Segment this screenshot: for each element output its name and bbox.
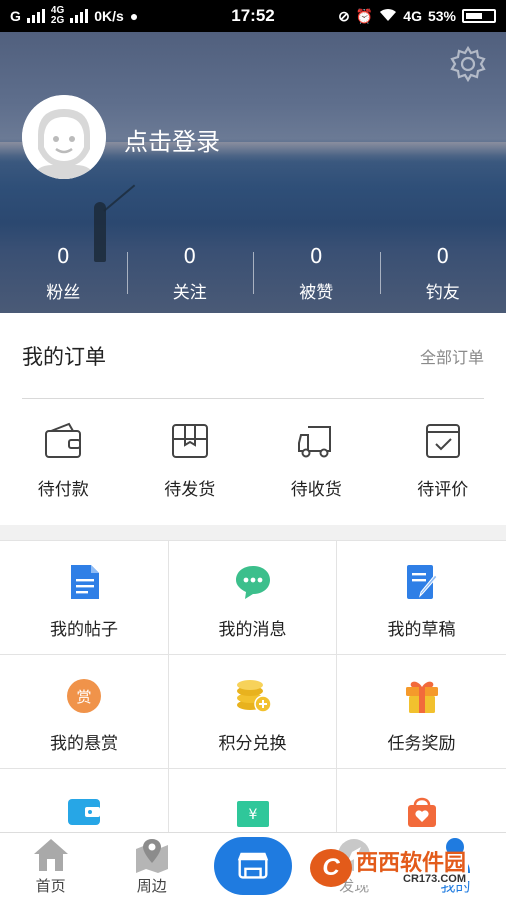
tab-label: 首页: [35, 877, 66, 895]
stat-fishing-friends[interactable]: 0 钓友: [379, 244, 506, 303]
profile-stats: 0 粉丝 0 关注 0 被赞 0 钓友: [0, 244, 506, 303]
stat-label: 关注: [172, 283, 207, 303]
store-icon: [237, 852, 269, 879]
profile-header: 点击登录 0 粉丝 0 关注 0 被赞 0 钓友: [0, 32, 506, 313]
tab-home[interactable]: 首页: [0, 833, 101, 900]
tab-nearby[interactable]: 周边: [101, 833, 202, 900]
stat-label: 钓友: [425, 283, 460, 303]
orders-header: 我的订单 全部订单: [22, 313, 484, 399]
order-pending-payment[interactable]: 待付款: [0, 421, 127, 500]
watermark: C 西西软件园 CR173.COM: [310, 848, 469, 888]
svg-text:¥: ¥: [248, 807, 257, 823]
gear-icon[interactable]: [448, 44, 488, 84]
speed-label: 0K/s: [94, 8, 124, 24]
login-link[interactable]: 点击登录: [124, 122, 220, 157]
status-left: G 4G 2G 0K/s ●: [10, 6, 138, 26]
wifi-icon: [379, 8, 397, 25]
tab-label: 周边: [136, 877, 167, 895]
order-label: 待评价: [417, 480, 469, 500]
fishing-rod-silhouette: [103, 184, 136, 212]
stat-label: 粉丝: [46, 283, 81, 303]
menu-label: 积分兑换: [218, 734, 287, 754]
watermark-brand: 西西软件园: [354, 849, 469, 875]
order-status-row: 待付款 待发货 待收货 待评价: [0, 421, 506, 500]
truck-icon: [298, 426, 332, 458]
tab-store[interactable]: [202, 833, 303, 900]
shopping-bag-icon: [407, 797, 436, 827]
stat-likes[interactable]: 0 被赞: [253, 244, 380, 303]
menu-task-rewards[interactable]: 任务奖励: [337, 655, 506, 769]
avatar[interactable]: [22, 95, 106, 179]
status-bar: G 4G 2G 0K/s ● 17:52 ⊘ ⏰ 4G 53%: [0, 0, 506, 32]
message-icon: ●: [129, 8, 139, 24]
chat-icon: [235, 566, 270, 599]
network-bottom-label: 2G: [50, 15, 65, 26]
document-icon: [71, 565, 99, 599]
menu-points-exchange[interactable]: 积分兑换: [169, 655, 337, 769]
reward-badge-text: 赏: [76, 688, 91, 706]
orders-title: 我的订单: [22, 344, 106, 369]
home-icon: [33, 839, 68, 871]
stat-value: 0: [309, 244, 323, 268]
stat-fans[interactable]: 0 粉丝: [0, 244, 127, 303]
wallet-icon: [45, 422, 82, 458]
reward-icon: 赏: [67, 679, 101, 713]
stat-value: 0: [183, 244, 197, 268]
box-icon: [171, 424, 208, 458]
menu-my-messages[interactable]: 我的消息: [169, 541, 337, 655]
coins-icon: [236, 680, 272, 713]
menu-my-drafts[interactable]: 我的草稿: [337, 541, 506, 655]
review-icon: [425, 424, 460, 458]
order-label: 待发货: [164, 480, 216, 500]
order-pending-receipt[interactable]: 待收货: [253, 421, 380, 500]
battery-icon: [462, 9, 496, 23]
all-orders-link[interactable]: 全部订单: [420, 344, 484, 368]
gift-icon: [405, 681, 438, 713]
status-right: ⊘ ⏰ 4G 53%: [338, 8, 496, 25]
menu-label: 我的帖子: [50, 620, 118, 640]
menu-wallet[interactable]: [0, 769, 169, 832]
function-grid: 我的帖子 我的消息 我的草稿 赏 我的悬赏 积分兑换 任务奖励 ¥: [0, 540, 506, 832]
order-pending-shipment[interactable]: 待发货: [127, 421, 254, 500]
menu-label: 我的消息: [218, 620, 287, 640]
store-button[interactable]: [214, 837, 292, 895]
order-label: 待收货: [290, 480, 342, 500]
battery-percent: 53%: [427, 8, 456, 24]
menu-label: 任务奖励: [387, 734, 456, 754]
menu-coupons[interactable]: ¥: [169, 769, 337, 832]
signal-icon: [26, 9, 45, 23]
rotation-lock-icon: ⊘: [338, 7, 350, 24]
orders-section: 我的订单 全部订单 待付款 待发货 待收货 待评价: [0, 313, 506, 525]
alarm-icon: ⏰: [355, 7, 374, 24]
watermark-url: CR173.COM: [354, 873, 469, 885]
watermark-logo: C: [310, 849, 352, 887]
menu-my-rewards[interactable]: 赏 我的悬赏: [0, 655, 169, 769]
menu-shopping[interactable]: [337, 769, 506, 832]
stat-label: 被赞: [299, 283, 334, 303]
menu-my-posts[interactable]: 我的帖子: [0, 541, 169, 655]
order-pending-review[interactable]: 待评价: [380, 421, 506, 500]
order-label: 待付款: [37, 480, 89, 500]
stat-following[interactable]: 0 关注: [126, 244, 254, 303]
map-pin-icon: [135, 839, 168, 873]
stat-value: 0: [436, 244, 450, 268]
carrier-label: G: [10, 8, 21, 24]
stat-value: 0: [56, 244, 70, 268]
network-type: 4G 2G: [51, 6, 64, 26]
ticket-icon: ¥: [236, 801, 269, 827]
draft-icon: [406, 565, 438, 599]
wallet-color-icon: [68, 799, 100, 825]
signal-icon-2: [70, 9, 89, 23]
menu-label: 我的悬赏: [50, 734, 118, 754]
watermark-text: 西西软件园 CR173.COM: [354, 849, 469, 885]
menu-label: 我的草稿: [387, 620, 456, 640]
network-right-label: 4G: [403, 8, 422, 24]
